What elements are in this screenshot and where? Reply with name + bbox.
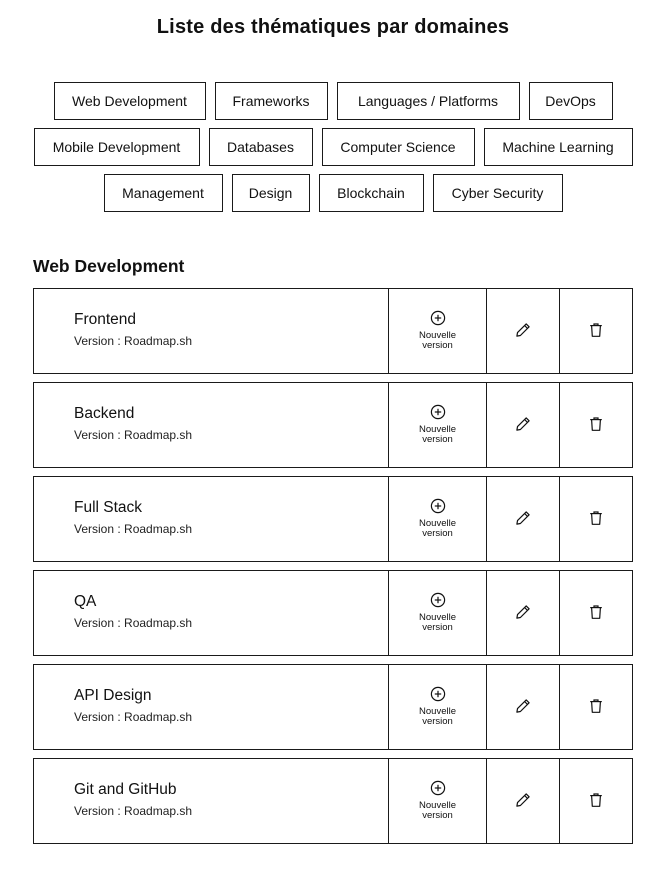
plus-circle-icon	[430, 780, 446, 796]
new-version-button[interactable]: Nouvelle version	[389, 759, 487, 843]
new-version-label: Nouvelle version	[419, 612, 456, 633]
topic-version: Version : Roadmap.sh	[74, 334, 193, 348]
domain-filter-bar: Web Development Frameworks Languages / P…	[0, 82, 661, 220]
domain-button-design[interactable]: Design	[231, 174, 310, 212]
trash-icon	[588, 510, 604, 526]
pencil-icon	[515, 698, 531, 714]
topic-name: QA	[74, 593, 97, 610]
topic-name: Frontend	[74, 311, 137, 328]
plus-circle-icon	[430, 498, 446, 514]
domain-button-machine-learning[interactable]: Machine Learning	[483, 128, 633, 166]
new-version-button[interactable]: Nouvelle version	[389, 289, 487, 373]
trash-icon	[588, 604, 604, 620]
topic-list: Frontend Version : Roadmap.sh Nouvelle v…	[33, 288, 633, 852]
domain-button-devops[interactable]: DevOps	[528, 82, 613, 120]
page-title: Liste des thématiques par domaines	[156, 16, 510, 38]
domain-button-management[interactable]: Management	[103, 174, 223, 212]
pencil-icon	[515, 604, 531, 620]
edit-button[interactable]	[487, 665, 560, 749]
domain-button-mobile-development[interactable]: Mobile Development	[33, 128, 200, 166]
topic-row: Frontend Version : Roadmap.sh Nouvelle v…	[33, 288, 633, 374]
plus-circle-icon	[430, 592, 446, 608]
topic-info: Frontend Version : Roadmap.sh	[34, 289, 389, 373]
delete-button[interactable]	[560, 477, 632, 561]
new-version-label: Nouvelle version	[419, 706, 456, 727]
topic-version: Version : Roadmap.sh	[74, 616, 193, 630]
edit-button[interactable]	[487, 289, 560, 373]
domain-row: Management Design Blockchain Cyber Secur…	[0, 174, 661, 212]
pencil-icon	[515, 792, 531, 808]
edit-button[interactable]	[487, 759, 560, 843]
topic-info: QA Version : Roadmap.sh	[34, 571, 389, 655]
domain-button-blockchain[interactable]: Blockchain	[318, 174, 424, 212]
topic-version: Version : Roadmap.sh	[74, 710, 193, 724]
domain-button-frameworks[interactable]: Frameworks	[214, 82, 328, 120]
topic-info: Full Stack Version : Roadmap.sh	[34, 477, 389, 561]
plus-circle-icon	[430, 404, 446, 420]
new-version-label: Nouvelle version	[419, 518, 456, 539]
domain-row: Mobile Development Databases Computer Sc…	[0, 128, 661, 166]
pencil-icon	[515, 416, 531, 432]
delete-button[interactable]	[560, 759, 632, 843]
delete-button[interactable]	[560, 665, 632, 749]
trash-icon	[588, 792, 604, 808]
domain-row: Web Development Frameworks Languages / P…	[0, 82, 661, 120]
delete-button[interactable]	[560, 383, 632, 467]
trash-icon	[588, 322, 604, 338]
domain-button-languages-platforms[interactable]: Languages / Platforms	[336, 82, 520, 120]
topic-name: Git and GitHub	[74, 781, 177, 798]
topic-row: Git and GitHub Version : Roadmap.sh Nouv…	[33, 758, 633, 844]
topic-name: Full Stack	[74, 499, 143, 516]
new-version-button[interactable]: Nouvelle version	[389, 477, 487, 561]
trash-icon	[588, 698, 604, 714]
delete-button[interactable]	[560, 289, 632, 373]
topic-row: QA Version : Roadmap.sh Nouvelle version	[33, 570, 633, 656]
new-version-button[interactable]: Nouvelle version	[389, 571, 487, 655]
topic-version: Version : Roadmap.sh	[74, 522, 193, 536]
new-version-label: Nouvelle version	[419, 424, 456, 445]
domain-button-web-development[interactable]: Web Development	[53, 82, 206, 120]
edit-button[interactable]	[487, 383, 560, 467]
topic-row: API Design Version : Roadmap.sh Nouvelle…	[33, 664, 633, 750]
topic-version: Version : Roadmap.sh	[74, 804, 193, 818]
plus-circle-icon	[430, 310, 446, 326]
edit-button[interactable]	[487, 571, 560, 655]
topic-version: Version : Roadmap.sh	[74, 428, 193, 442]
new-version-label: Nouvelle version	[419, 330, 456, 351]
new-version-button[interactable]: Nouvelle version	[389, 665, 487, 749]
pencil-icon	[515, 510, 531, 526]
topic-info: API Design Version : Roadmap.sh	[34, 665, 389, 749]
domain-button-cyber-security[interactable]: Cyber Security	[432, 174, 563, 212]
domain-button-databases[interactable]: Databases	[208, 128, 313, 166]
delete-button[interactable]	[560, 571, 632, 655]
topic-row: Full Stack Version : Roadmap.sh Nouvelle…	[33, 476, 633, 562]
new-version-button[interactable]: Nouvelle version	[389, 383, 487, 467]
trash-icon	[588, 416, 604, 432]
topic-info: Backend Version : Roadmap.sh	[34, 383, 389, 467]
section-title: Web Development	[33, 256, 185, 276]
topic-name: API Design	[74, 687, 152, 704]
pencil-icon	[515, 322, 531, 338]
domain-button-computer-science[interactable]: Computer Science	[321, 128, 475, 166]
topic-row: Backend Version : Roadmap.sh Nouvelle ve…	[33, 382, 633, 468]
topic-info: Git and GitHub Version : Roadmap.sh	[34, 759, 389, 843]
plus-circle-icon	[430, 686, 446, 702]
topic-name: Backend	[74, 405, 135, 422]
new-version-label: Nouvelle version	[419, 800, 456, 821]
edit-button[interactable]	[487, 477, 560, 561]
